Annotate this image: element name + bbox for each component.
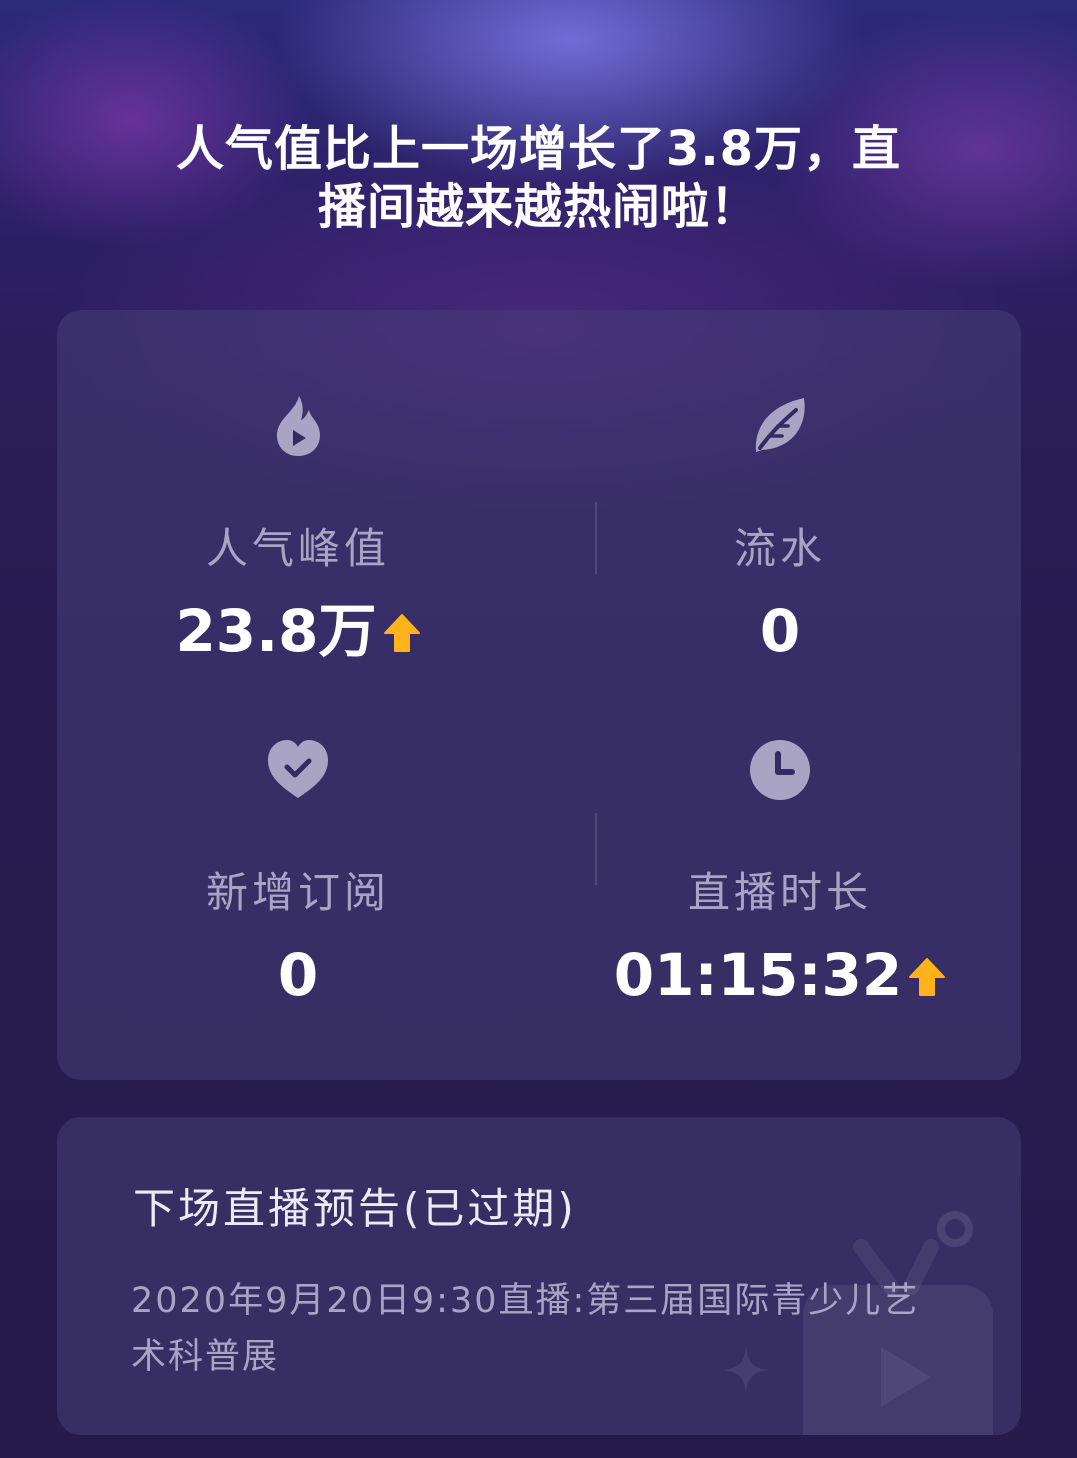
popularity-peak-value: 23.8万 bbox=[175, 597, 377, 665]
stat-new-subscriptions: 新增订阅 0 bbox=[57, 738, 539, 1008]
live-duration-value: 01:15:32 bbox=[613, 941, 903, 1009]
heart-check-icon bbox=[268, 740, 328, 798]
popularity-peak-label: 人气峰值 bbox=[205, 524, 390, 573]
next-live-title: 下场直播预告(已过期) bbox=[133, 1184, 577, 1233]
headline-line-1: 人气值比上一场增长了3.8万，直 bbox=[175, 121, 902, 177]
stat-revenue: 流水 0 bbox=[539, 394, 1021, 664]
summary-headline: 人气值比上一场增长了3.8万，直 播间越来越热闹啦！ bbox=[0, 120, 1077, 236]
next-live-description: 2020年9月20日9:30直播:第三届国际青少儿艺术科普展 bbox=[131, 1281, 920, 1377]
new-subscriptions-value-row: 0 bbox=[57, 942, 539, 1008]
stat-popularity-peak: 人气峰值 23.8万 bbox=[57, 394, 539, 664]
next-live-preview-card[interactable]: 下场直播预告(已过期) 2020年9月20日9:30直播:第三届国际青少儿艺术科… bbox=[57, 1117, 1021, 1435]
stat-live-duration: 直播时长 01:15:32 bbox=[539, 738, 1021, 1008]
trend-up-arrow-icon bbox=[383, 614, 420, 652]
stats-card: 人气峰值 23.8万 流水 0 新增订阅 0 直播时长 01:15:32 bbox=[57, 310, 1021, 1080]
trend-up-arrow-icon bbox=[909, 958, 946, 996]
live-duration-label: 直播时长 bbox=[687, 868, 872, 917]
revenue-value: 0 bbox=[759, 597, 801, 665]
clock-icon bbox=[750, 740, 810, 800]
revenue-label: 流水 bbox=[733, 524, 826, 573]
leaf-icon bbox=[755, 398, 805, 452]
popularity-peak-value-row: 23.8万 bbox=[57, 598, 539, 664]
headline-line-2: 播间越来越热闹啦！ bbox=[317, 179, 759, 235]
revenue-value-row: 0 bbox=[539, 598, 1021, 664]
new-subscriptions-value: 0 bbox=[277, 941, 319, 1009]
new-subscriptions-label: 新增订阅 bbox=[205, 868, 390, 917]
live-duration-value-row: 01:15:32 bbox=[539, 942, 1021, 1008]
flame-play-icon bbox=[276, 396, 320, 456]
